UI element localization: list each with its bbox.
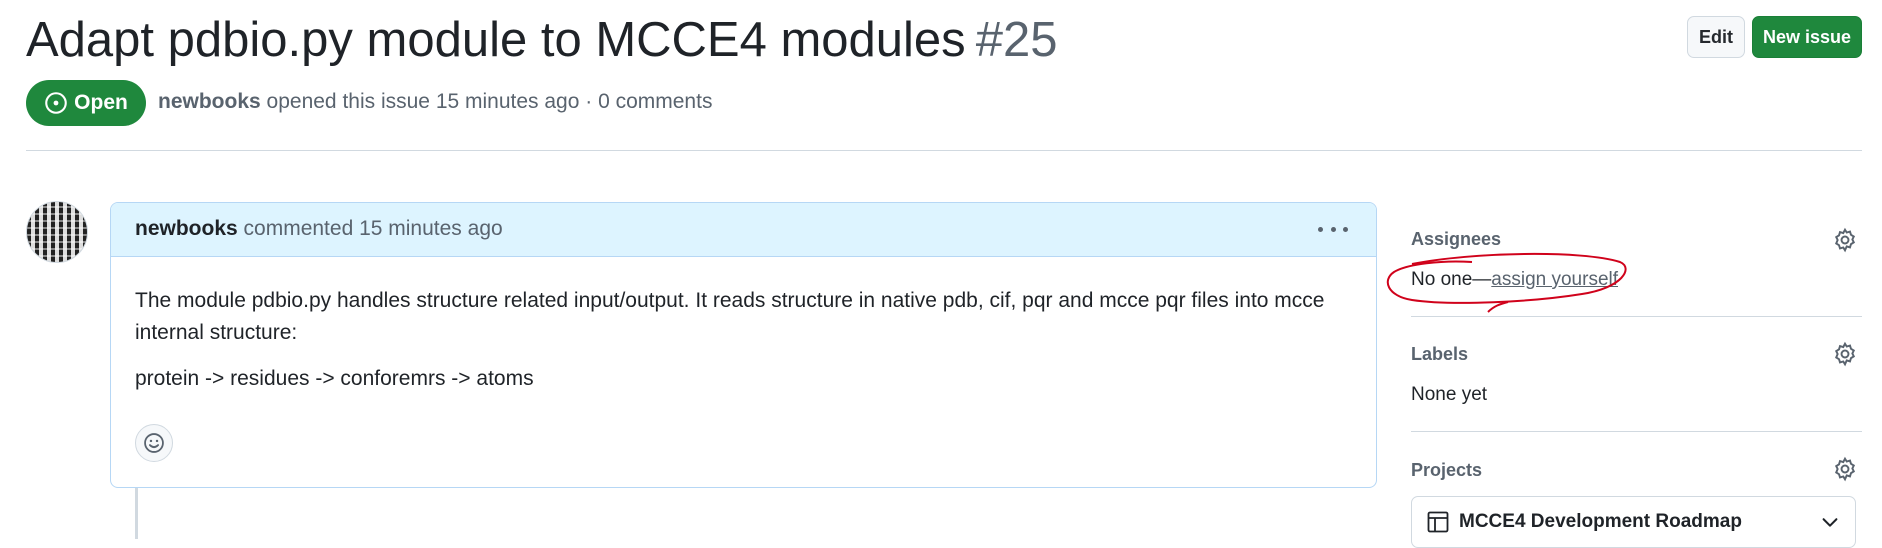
header-divider xyxy=(26,150,1862,151)
comment-timestamp: commented 15 minutes ago xyxy=(243,217,503,240)
project-name: MCCE4 Development Roadmap xyxy=(1459,511,1742,532)
issue-title-text: Adapt pdbio.py module to MCCE4 modules xyxy=(26,13,966,67)
kebab-horizontal-icon[interactable] xyxy=(1318,219,1348,239)
red-annotation-circle xyxy=(1386,252,1627,313)
sidebar-separator xyxy=(1411,316,1862,317)
project-item[interactable]: MCCE4 Development Roadmap xyxy=(1411,496,1856,548)
issue-author-link[interactable]: newbooks xyxy=(158,90,261,113)
issue-state-badge: Open xyxy=(26,80,146,126)
comment-meta: newbooks commented 15 minutes ago xyxy=(135,217,503,241)
new-issue-button[interactable]: New issue xyxy=(1752,16,1862,58)
edit-button[interactable]: Edit xyxy=(1687,16,1745,58)
projects-title[interactable]: Projects xyxy=(1411,460,1482,481)
comment-body: The module pdbio.py handles structure re… xyxy=(135,285,1346,409)
issue-opened-icon xyxy=(45,92,67,114)
chevron-down-icon[interactable] xyxy=(1819,511,1841,533)
labels-value: None yet xyxy=(1411,384,1488,405)
smiley-icon xyxy=(144,433,164,453)
avatar[interactable] xyxy=(26,201,88,263)
comment-paragraph: The module pdbio.py handles structure re… xyxy=(135,289,1325,344)
gear-icon[interactable] xyxy=(1832,456,1858,482)
gear-icon[interactable] xyxy=(1832,227,1858,253)
table-icon xyxy=(1427,511,1449,533)
timeline-line xyxy=(135,488,138,539)
issue-state-label: Open xyxy=(74,91,128,114)
add-reaction-button[interactable] xyxy=(135,424,173,462)
comment-author-link[interactable]: newbooks xyxy=(135,217,238,240)
gear-icon[interactable] xyxy=(1832,341,1858,367)
comment-box: newbooks commented 15 minutes ago The mo… xyxy=(110,202,1377,488)
assignees-title[interactable]: Assignees xyxy=(1411,229,1501,250)
labels-title[interactable]: Labels xyxy=(1411,344,1468,365)
issue-title: Adapt pdbio.py module to MCCE4 modules #2… xyxy=(26,8,1057,72)
issue-meta-text: opened this issue 15 minutes ago · 0 com… xyxy=(266,90,713,113)
comment-header: newbooks commented 15 minutes ago xyxy=(111,203,1376,257)
issue-meta: newbooks opened this issue 15 minutes ag… xyxy=(158,90,712,114)
comment-paragraph: protein -> residues -> conforemrs -> ato… xyxy=(135,367,534,390)
sidebar-separator xyxy=(1411,431,1862,432)
issue-number: #25 xyxy=(975,13,1058,67)
